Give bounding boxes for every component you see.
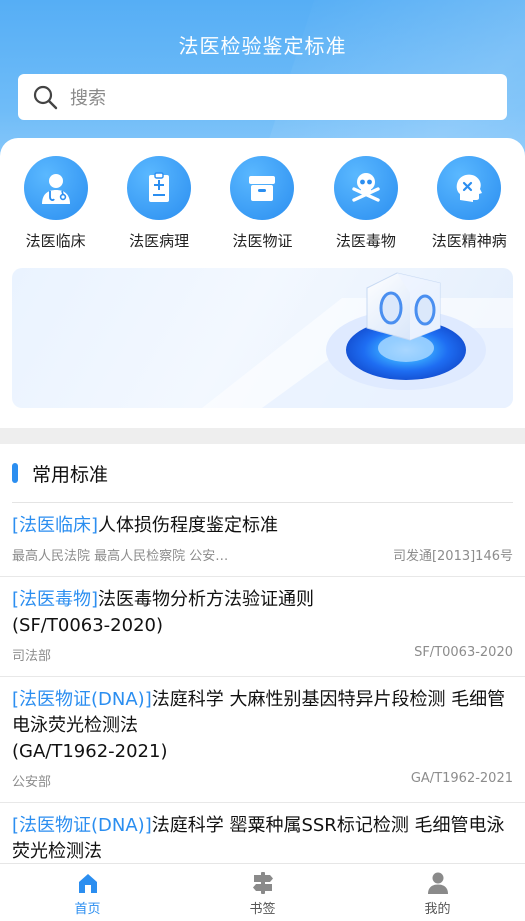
report-icon	[127, 156, 192, 220]
search-input[interactable]: 搜索	[18, 74, 507, 120]
item-tag: [法医毒物]	[12, 589, 99, 610]
item-org: 最高人民法院 最高人民检察院 公安…	[12, 549, 229, 564]
tab-profile[interactable]: 我的	[350, 864, 525, 921]
head-brain-icon	[437, 156, 502, 220]
tab-label: 首页	[74, 902, 101, 917]
search-icon	[33, 85, 58, 110]
user-icon	[427, 872, 448, 894]
search-placeholder: 搜索	[70, 88, 106, 109]
bottom-nav: 首页 书签 我的	[0, 863, 525, 921]
category-grid: 法医临床 法医病理 法医物证 法医毒物 法医精神病	[0, 156, 525, 251]
item-org: 司法部	[12, 649, 52, 664]
category-label: 法医临床	[25, 232, 86, 250]
category-label: 法医病理	[129, 232, 190, 250]
item-title: [法医毒物]法医毒物分析方法验证通则 (SF/T0063-2020)	[12, 587, 513, 639]
section-accent-bar	[12, 463, 18, 483]
tab-home[interactable]: 首页	[0, 864, 175, 921]
item-title-text: 人体损伤程度鉴定标准	[98, 515, 279, 536]
bookmark-icon	[252, 872, 273, 894]
item-code: 司发通[2013]146号	[392, 549, 513, 564]
tab-bookmark[interactable]: 书签	[175, 864, 350, 921]
list-item[interactable]: [法医毒物]法医毒物分析方法验证通则 (SF/T0063-2020) 司法部 S…	[0, 577, 525, 677]
skull-icon	[333, 156, 398, 220]
item-tag: [法医临床]	[12, 515, 99, 536]
category-forensic-psychiatry[interactable]: 法医精神病	[419, 156, 519, 251]
standards-list: [法医临床]人体损伤程度鉴定标准 最高人民法院 最高人民检察院 公安… 司发通[…	[0, 503, 525, 877]
category-label: 法医物证	[232, 232, 293, 250]
tab-label: 我的	[424, 902, 451, 917]
banner-illustration	[202, 272, 513, 408]
item-title: [法医临床]人体损伤程度鉴定标准	[12, 513, 513, 539]
section-title: 常用标准	[32, 464, 109, 486]
tab-label: 书签	[249, 902, 276, 917]
list-item[interactable]: [法医临床]人体损伤程度鉴定标准 最高人民法院 最高人民检察院 公安… 司发通[…	[0, 503, 525, 577]
item-meta: 公安部 GA/T1962-2021	[12, 771, 513, 790]
doctor-icon	[23, 156, 88, 220]
item-code: GA/T1962-2021	[410, 771, 513, 786]
item-meta: 司法部 SF/T0063-2020	[12, 645, 513, 664]
category-label: 法医毒物	[335, 232, 396, 250]
item-title: [法医物证(DNA)]法庭科学 罂粟种属SSR标记检测 毛细管电泳荧光检测法	[12, 813, 513, 865]
category-forensic-evidence[interactable]: 法医物证	[212, 156, 312, 251]
item-org: 公安部	[12, 775, 52, 790]
main-card: 法医临床 法医病理 法医物证 法医毒物 法医精神病	[0, 138, 525, 430]
evidence-box-icon	[230, 156, 295, 220]
item-code: SF/T0063-2020	[414, 645, 513, 660]
section-divider	[0, 428, 525, 444]
banner-image[interactable]	[12, 268, 513, 408]
list-item[interactable]: [法医物证(DNA)]法庭科学 大麻性别基因特异片段检测 毛细管电泳荧光检测法 …	[0, 677, 525, 803]
page-title: 法医检验鉴定标准	[178, 34, 347, 58]
item-tag: [法医物证(DNA)]	[12, 815, 152, 836]
category-forensic-clinical[interactable]: 法医临床	[6, 156, 106, 251]
item-tag: [法医物证(DNA)]	[12, 689, 152, 710]
section-header: 常用标准	[0, 444, 525, 502]
item-meta: 最高人民法院 最高人民检察院 公安… 司发通[2013]146号	[12, 545, 513, 564]
category-label: 法医精神病	[431, 232, 507, 250]
category-forensic-pathology[interactable]: 法医病理	[109, 156, 209, 251]
category-forensic-toxicology[interactable]: 法医毒物	[316, 156, 416, 251]
item-title: [法医物证(DNA)]法庭科学 大麻性别基因特异片段检测 毛细管电泳荧光检测法 …	[12, 687, 513, 765]
home-icon	[78, 874, 97, 893]
